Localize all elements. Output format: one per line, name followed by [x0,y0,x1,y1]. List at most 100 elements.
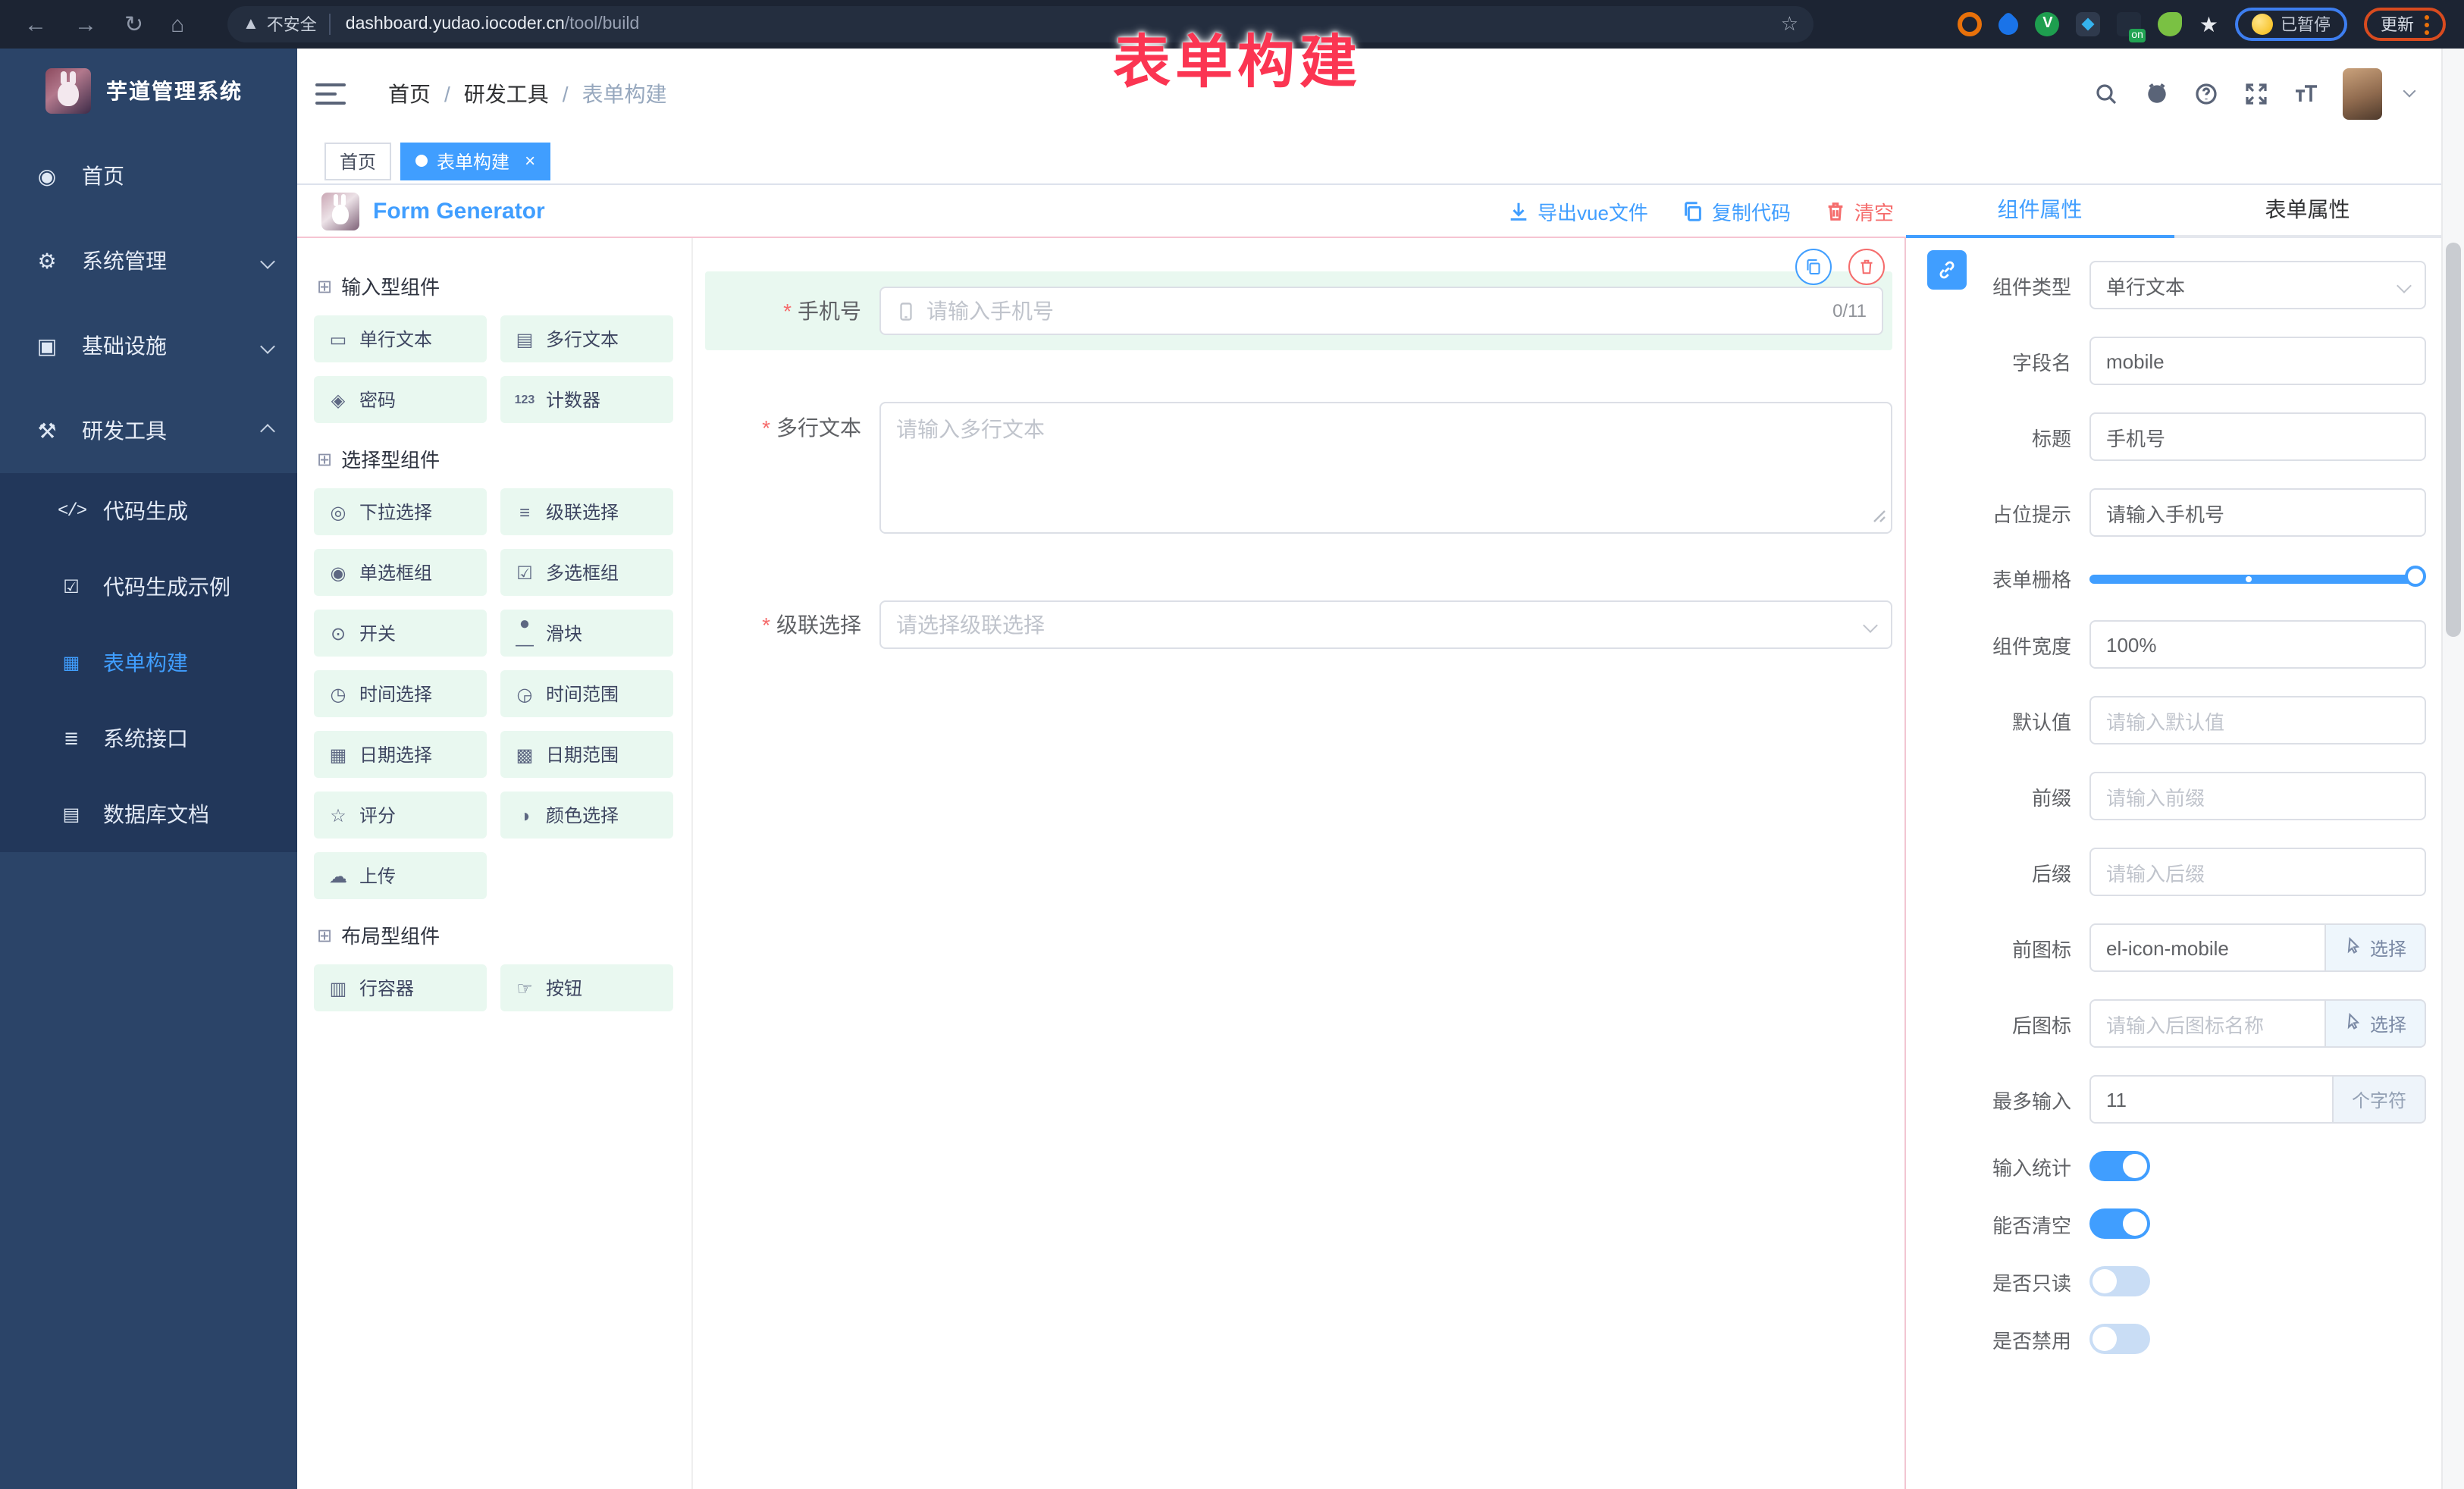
paused-extension-pill[interactable]: 已暂停 [2235,8,2347,41]
sidebar-item-系统接口[interactable]: ≣系统接口 [0,701,297,776]
input-text: 100% [2106,633,2157,656]
breadcrumb-item[interactable]: 研发工具 [464,78,549,108]
palette-item-开关[interactable]: ⊙开关 [314,610,487,657]
sidebar-item-代码生成示例[interactable]: ☑代码生成示例 [0,549,297,625]
help-icon[interactable] [2193,80,2220,107]
sidebar-item-系统管理[interactable]: ⚙系统管理 [0,218,297,303]
canvas-field-selected[interactable]: 手机号请输入手机号0/11 [705,271,1892,350]
sidebar-item-基础设施[interactable]: ▣基础设施 [0,303,297,388]
palette-item-级联选择[interactable]: ≡级联选择 [500,488,673,535]
toggle-能否清空[interactable] [2089,1208,2150,1239]
palette-item-单选框组[interactable]: ◉单选框组 [314,549,487,596]
select-icon-button[interactable]: 选择 [2326,923,2426,972]
component-type-select[interactable]: 单行文本 [2089,261,2426,309]
toggle-是否只读[interactable] [2089,1266,2150,1296]
url-path[interactable]: /tool/build [565,15,639,33]
palette-item-评分[interactable]: ☆评分 [314,792,487,839]
palette-item-时间选择[interactable]: ◷时间选择 [314,670,487,717]
home-icon[interactable]: ⌂ [171,13,184,36]
font-size-icon[interactable] [2293,80,2320,107]
menu-dots-icon[interactable] [2425,14,2429,34]
delete-field-button[interactable] [1848,249,1885,285]
palette-item-日期选择[interactable]: ▦日期选择 [314,731,487,778]
tab-form-props[interactable]: 表单属性 [2174,185,2441,235]
back-icon[interactable]: ← [24,13,47,36]
url-host[interactable]: dashboard.yudao.iocoder.cn [346,15,565,33]
canvas-field-row[interactable]: 多行文本请输入多行文本 [705,402,1892,534]
hamburger-icon[interactable] [315,77,346,110]
extension-icon[interactable] [2077,12,2101,36]
scrollbar-thumb[interactable] [2446,243,2461,637]
icon-name-input[interactable]: el-icon-mobile [2089,923,2326,972]
sidebar-item-研发工具[interactable]: ⚒研发工具 [0,388,297,473]
export-vue-button[interactable]: 导出vue文件 [1507,196,1648,225]
fullscreen-icon[interactable] [2243,80,2270,107]
palette-item-颜色选择[interactable]: ◑颜色选择 [500,792,673,839]
user-avatar[interactable] [2343,67,2382,119]
palette-item-行容器[interactable]: ▥行容器 [314,964,487,1011]
palette-item-滑块[interactable]: ●—滑块 [500,610,673,657]
app-logo-row[interactable]: 芋道管理系统 [0,49,297,133]
form-generator-header: Form Generator 导出vue文件 复制代码 清空 [297,185,1906,238]
sidebar-item-表单构建[interactable]: ▦表单构建 [0,625,297,701]
clear-button[interactable]: 清空 [1824,196,1894,225]
security-label[interactable]: 不安全 [267,12,317,36]
panel-text-input[interactable]: 手机号 [2089,412,2426,461]
sidebar-item-代码生成[interactable]: </>代码生成 [0,473,297,549]
avatar-caret-icon[interactable] [2403,85,2416,98]
update-button[interactable]: 更新 [2364,8,2446,41]
max-length-input[interactable]: 11 [2089,1075,2334,1124]
palette-item-上传[interactable]: ☁上传 [314,852,487,899]
mobile-input[interactable]: 请输入手机号0/11 [879,287,1883,335]
resize-handle-icon[interactable] [1873,503,1886,528]
github-icon[interactable] [2143,80,2170,107]
palette-item-按钮[interactable]: ☞按钮 [500,964,673,1011]
panel-text-input[interactable]: 请输入前缀 [2089,772,2426,820]
palette-item-下拉选择[interactable]: ◎下拉选择 [314,488,487,535]
reload-icon[interactable]: ↻ [124,13,143,36]
extension-icon[interactable] [2158,12,2183,36]
extension-icon[interactable]: V [2036,12,2060,36]
canvas-field-row[interactable]: 级联选择请选择级联选择 [705,600,1892,649]
form-grid-slider[interactable] [2089,574,2414,583]
panel-text-input[interactable]: mobile [2089,337,2426,385]
palette-item-计数器[interactable]: 123计数器 [500,376,673,423]
duplicate-field-button[interactable] [1795,249,1832,285]
icon-name-input[interactable]: 请输入后图标名称 [2089,999,2326,1048]
cascader-input[interactable]: 请选择级联选择 [879,600,1892,649]
bookmark-star-icon[interactable]: ☆ [1781,12,1798,36]
sidebar-item-首页[interactable]: ◉首页 [0,133,297,218]
extension-icon[interactable] [1958,12,1983,36]
select-icon-button[interactable]: 选择 [2326,999,2426,1048]
page-scrollbar[interactable] [2441,49,2464,1489]
toggle-输入统计[interactable] [2089,1151,2150,1181]
forward-icon[interactable]: → [74,13,97,36]
palette-item-多行文本[interactable]: ▤多行文本 [500,315,673,362]
palette-item-单行文本[interactable]: ▭单行文本 [314,315,487,362]
address-bar[interactable]: ▲ 不安全 dashboard.yudao.iocoder.cn /tool/b… [227,6,1814,42]
breadcrumb-item[interactable]: 首页 [388,78,431,108]
close-tag-icon[interactable]: × [525,150,535,171]
panel-text-input[interactable]: 100% [2089,620,2426,669]
panel-text-input[interactable]: 请输入默认值 [2089,696,2426,744]
tag-form-build[interactable]: 表单构建 × [400,142,550,180]
palette-item-日期范围[interactable]: ▩日期范围 [500,731,673,778]
panel-text-input[interactable]: 请输入手机号 [2089,488,2426,537]
extension-icon[interactable]: ★ [2199,11,2218,37]
copy-code-button[interactable]: 复制代码 [1682,196,1791,225]
tag-home[interactable]: 首页 [324,142,391,180]
slider-handle[interactable] [2405,565,2426,586]
palette-item-时间范围[interactable]: ◶时间范围 [500,670,673,717]
tab-component-props[interactable]: 组件属性 [1906,185,2174,235]
extension-icon[interactable] [1995,11,2023,39]
link-badge-icon[interactable] [1927,250,1967,290]
extension-icon[interactable] [2118,12,2142,36]
textarea-input[interactable]: 请输入多行文本 [879,402,1892,534]
palette-item-密码[interactable]: ◈密码 [314,376,487,423]
palette-item-多选框组[interactable]: ☑多选框组 [500,549,673,596]
toggle-是否禁用[interactable] [2089,1324,2150,1354]
search-icon[interactable] [2093,80,2120,107]
panel-text-input[interactable]: 请输入后缀 [2089,848,2426,896]
sidebar-item-数据库文档[interactable]: ▤数据库文档 [0,776,297,852]
palette-item-label: 开关 [359,620,396,646]
